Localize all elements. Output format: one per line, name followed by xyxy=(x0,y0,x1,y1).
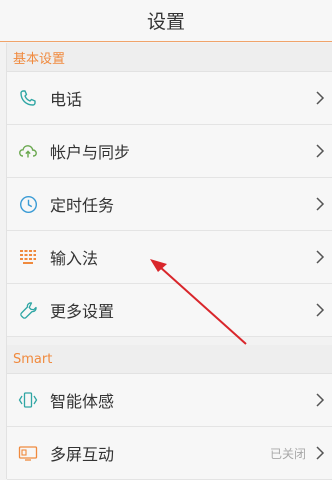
settings-item-multi-screen[interactable]: 多屏互动 已关闭 xyxy=(7,427,332,480)
wrench-icon xyxy=(18,300,38,320)
settings-item-label: 输入法 xyxy=(50,249,99,268)
chevron-right-icon xyxy=(316,446,325,460)
chevron-right-icon xyxy=(316,393,325,407)
settings-item-phone[interactable]: 电话 xyxy=(7,72,332,125)
chevron-right-icon xyxy=(316,197,325,211)
settings-item-label: 定时任务 xyxy=(50,196,115,215)
chevron-right-icon xyxy=(316,91,325,105)
settings-list: 基本设置 电话 帐户与同步 定时任务 输入法 更多设置 Smart 智能体感 多… xyxy=(6,43,332,480)
section-header-basic: 基本设置 xyxy=(7,43,332,72)
settings-item-scheduled-tasks[interactable]: 定时任务 xyxy=(7,178,332,231)
keyboard-icon xyxy=(18,247,38,267)
phone-icon xyxy=(18,88,38,108)
section-title: Smart xyxy=(13,351,53,367)
settings-item-label: 智能体感 xyxy=(50,392,115,411)
settings-item-account-sync[interactable]: 帐户与同步 xyxy=(7,125,332,178)
settings-item-motion-sense[interactable]: 智能体感 xyxy=(7,374,332,427)
settings-item-label: 多屏互动 xyxy=(50,445,115,464)
multi-screen-icon xyxy=(18,443,38,463)
status-text: 已关闭 xyxy=(269,446,306,461)
chevron-right-icon xyxy=(316,144,325,158)
settings-item-label: 电话 xyxy=(50,90,83,109)
section-title: 基本设置 xyxy=(13,51,66,67)
clock-icon xyxy=(18,194,38,214)
settings-item-label: 更多设置 xyxy=(50,302,115,321)
chevron-right-icon xyxy=(316,250,325,264)
section-header-smart: Smart xyxy=(7,345,332,374)
title-bar: 设置 xyxy=(0,0,332,42)
motion-sense-icon xyxy=(18,390,38,410)
settings-item-more-settings[interactable]: 更多设置 xyxy=(7,284,332,337)
page-title: 设置 xyxy=(146,11,185,33)
cloud-sync-icon xyxy=(18,141,38,161)
settings-item-label: 帐户与同步 xyxy=(50,143,131,162)
settings-item-input-method[interactable]: 输入法 xyxy=(7,231,332,284)
chevron-right-icon xyxy=(316,303,325,317)
